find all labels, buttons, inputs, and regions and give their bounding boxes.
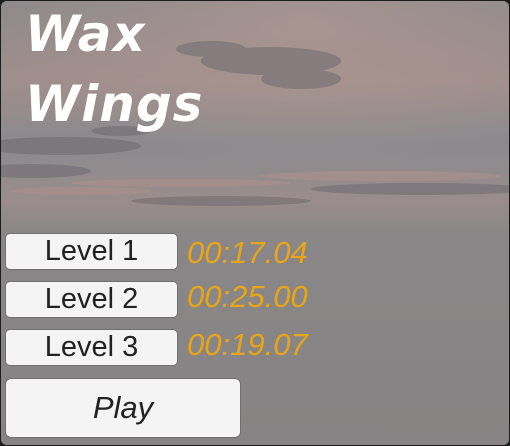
level-2-best-time: 00:25.00 bbox=[187, 279, 308, 314]
level-1-button[interactable]: Level 1 bbox=[5, 233, 178, 270]
level-2-button[interactable]: Level 2 bbox=[5, 281, 178, 318]
level-3-button[interactable]: Level 3 bbox=[5, 329, 178, 366]
level-1-best-time: 00:17.04 bbox=[187, 235, 308, 270]
game-menu-screen: Wax Wings Level 1 00:17.04 Level 2 00:25… bbox=[1, 1, 509, 445]
game-title-line-2: Wings bbox=[25, 75, 204, 133]
game-title-line-1: Wax bbox=[25, 5, 146, 63]
level-3-best-time: 00:19.07 bbox=[187, 327, 308, 362]
play-button[interactable]: Play bbox=[5, 378, 241, 438]
